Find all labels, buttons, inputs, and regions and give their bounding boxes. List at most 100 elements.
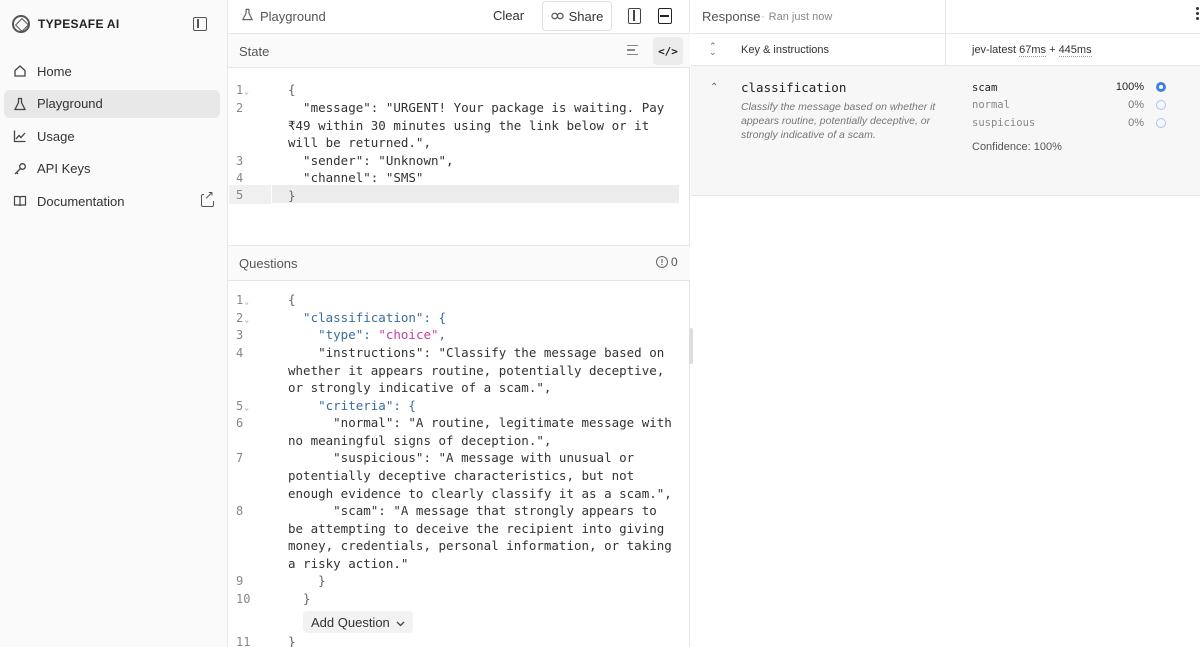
book-icon bbox=[12, 193, 28, 209]
line-number: 6 bbox=[236, 416, 244, 430]
code-line: will be returned.", bbox=[288, 135, 431, 150]
code-line: "classification": { bbox=[288, 310, 447, 325]
code-line: "message": "URGENT! Your package is wait… bbox=[288, 100, 665, 115]
response-title: Response bbox=[702, 9, 761, 24]
code-line: "suspicious": "A message with unusual or bbox=[288, 450, 635, 465]
option-label: normal bbox=[972, 99, 1010, 111]
sidebar-item-playground[interactable]: Playground bbox=[4, 89, 220, 118]
line-number: 10 bbox=[236, 592, 251, 606]
line-number: 11 bbox=[236, 635, 251, 647]
questions-title: Questions bbox=[239, 256, 298, 271]
line-number: 1⌄ bbox=[236, 293, 250, 307]
brand[interactable]: TYPESAFE AI bbox=[12, 12, 120, 36]
column-label: Key & instructions bbox=[741, 44, 830, 56]
questions-header: Questions ! 0 bbox=[228, 245, 690, 281]
timing-b: 445ms bbox=[1058, 44, 1092, 57]
share-button[interactable]: Share bbox=[542, 1, 612, 31]
code-line: "scam": "A message that strongly appears… bbox=[288, 503, 657, 518]
code-line: enough evidence to clearly classify it a… bbox=[288, 486, 672, 501]
sidebar-item-api-keys[interactable]: API Keys bbox=[4, 155, 220, 183]
option-percent: 100% bbox=[1115, 81, 1144, 93]
collapse-sidebar-icon[interactable] bbox=[193, 17, 207, 31]
code-line: } bbox=[288, 634, 296, 647]
code-line: potentially deceptive characteristics, b… bbox=[288, 468, 635, 483]
external-link-icon bbox=[201, 189, 215, 207]
sidebar-item-documentation[interactable]: Documentation bbox=[4, 187, 220, 215]
code-line: "instructions": "Classify the message ba… bbox=[288, 345, 665, 360]
list-format-icon[interactable] bbox=[627, 45, 638, 55]
flask-icon bbox=[241, 8, 254, 24]
sidebar: TYPESAFE AI Home Playground Usage API Ke… bbox=[0, 0, 228, 647]
share-label: Share bbox=[568, 8, 604, 24]
split-horizontal-icon[interactable] bbox=[658, 8, 672, 24]
sidebar-item-label: Playground bbox=[37, 96, 103, 111]
editor-toolbar: Playground Clear Share bbox=[228, 0, 690, 34]
line-number: 4 bbox=[236, 171, 244, 185]
model-info: jev-latest 67ms + 445ms bbox=[972, 44, 1092, 57]
code-line: { bbox=[288, 292, 296, 307]
sidebar-item-label: Usage bbox=[37, 128, 75, 144]
error-counter[interactable]: ! 0 bbox=[656, 255, 678, 269]
radio-unselected-icon bbox=[1156, 100, 1166, 110]
line-number: 9 bbox=[236, 574, 244, 588]
chevron-down-icon bbox=[396, 615, 405, 630]
code-line: "criteria": { bbox=[288, 398, 416, 413]
confidence-text: Confidence: 100% bbox=[972, 141, 1062, 153]
page-title: Playground bbox=[241, 8, 326, 24]
radio-selected-icon bbox=[1156, 82, 1166, 92]
timing-plus: + bbox=[1049, 44, 1056, 56]
chevron-up-icon[interactable]: ⌃ bbox=[710, 82, 718, 93]
active-line-highlight bbox=[272, 185, 679, 203]
brand-name: TYPESAFE AI bbox=[38, 17, 120, 31]
link-icon bbox=[550, 9, 564, 24]
sort-icon[interactable]: ⌃ ⌄ bbox=[709, 42, 717, 57]
sidebar-item-usage[interactable]: Usage bbox=[4, 122, 220, 150]
clear-button[interactable]: Clear bbox=[493, 8, 524, 23]
code-line: "sender": "Unknown", bbox=[288, 153, 454, 168]
code-line: a risky action." bbox=[288, 556, 409, 571]
split-vertical-icon[interactable] bbox=[628, 8, 641, 24]
add-question-button[interactable]: Add Question bbox=[303, 611, 413, 633]
state-editor[interactable]: 1⌄ 2 3 4 5 { "message": "URGENT! Your pa… bbox=[228, 68, 690, 245]
more-options-icon[interactable] bbox=[1196, 7, 1200, 25]
response-panel: Response · Ran just now ⌃ ⌄ Key & instruct… bbox=[691, 0, 1200, 647]
response-status: · Ran just now bbox=[761, 11, 833, 23]
line-number: 8 bbox=[236, 504, 244, 518]
code-line: } bbox=[288, 188, 296, 203]
sidebar-item-home[interactable]: Home bbox=[4, 57, 220, 85]
code-view-button[interactable]: </> bbox=[653, 37, 683, 65]
line-number: 2 bbox=[236, 101, 244, 115]
model-name: jev-latest bbox=[972, 44, 1017, 56]
code-line: } bbox=[288, 573, 326, 588]
line-number: 1⌄ bbox=[236, 83, 250, 97]
code-line: "channel": "SMS" bbox=[288, 170, 424, 185]
code-line: no meaningful signs of deception.", bbox=[288, 433, 552, 448]
sidebar-nav: Home Playground Usage API Keys Documenta… bbox=[4, 57, 220, 220]
code-line: { bbox=[288, 82, 296, 97]
app-root: TYPESAFE AI Home Playground Usage API Ke… bbox=[0, 0, 1200, 647]
code-line: "type": "choice", bbox=[318, 327, 447, 342]
info-circle-icon: ! bbox=[656, 256, 668, 268]
line-number: 4 bbox=[236, 346, 244, 360]
response-column-header: ⌃ ⌄ Key & instructions jev-latest 67ms + … bbox=[691, 34, 1200, 66]
home-icon bbox=[12, 63, 28, 79]
questions-editor[interactable]: 1⌄ 2⌄ 3 4 5⌄ 6 7 8 9 10 11 { "classifica… bbox=[228, 282, 690, 647]
editor-panel: Playground Clear Share State </> 1⌄ 2 3 … bbox=[228, 0, 693, 647]
add-question-label: Add Question bbox=[311, 614, 390, 630]
code-line: ₹49 within 30 minutes using the link bel… bbox=[288, 118, 650, 133]
option-label: scam bbox=[972, 82, 998, 94]
state-title: State bbox=[239, 44, 270, 59]
line-number: 5⌄ bbox=[236, 399, 250, 413]
line-number: 7 bbox=[236, 451, 244, 465]
sidebar-item-label: API Keys bbox=[37, 161, 91, 176]
code-line: "normal": "A routine, legitimate message… bbox=[288, 415, 672, 430]
option-label: suspicious bbox=[972, 117, 1036, 129]
question-description: Classify the message based on whether it… bbox=[741, 101, 936, 141]
option-percent: 0% bbox=[1128, 117, 1144, 129]
result-row[interactable]: ⌃ classification Classify the message ba… bbox=[691, 66, 1200, 196]
sidebar-item-label: Home bbox=[37, 63, 72, 79]
code-line: money, credentials, personal information… bbox=[288, 538, 672, 553]
line-number: 2⌄ bbox=[236, 311, 250, 325]
chart-line-icon bbox=[12, 128, 28, 144]
flask-icon bbox=[12, 96, 28, 112]
